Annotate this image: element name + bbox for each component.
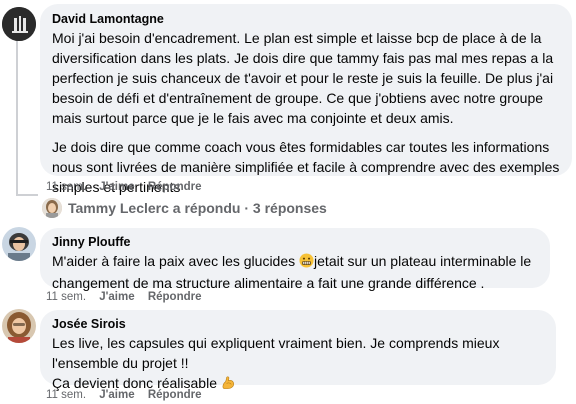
reply-button[interactable]: Répondre: [148, 289, 202, 305]
reply-thread-line: [16, 38, 18, 196]
avatar-photo-icon: [42, 198, 62, 218]
like-button[interactable]: J'aime: [99, 179, 134, 195]
avatar-tammy: [42, 198, 62, 218]
avatar-photo-icon: [2, 309, 36, 343]
comment-author[interactable]: Jinny Plouffe: [52, 234, 538, 250]
comment-actions: 11 sem. J'aime Répondre: [46, 179, 201, 195]
comment-line: Les live, les capsules qui expliquent vr…: [52, 335, 500, 371]
comment-author[interactable]: Josée Sirois: [52, 316, 544, 332]
comment-actions: 11 sem. J'aime Répondre: [46, 289, 201, 305]
comment-timestamp[interactable]: 11 sem.: [46, 387, 86, 403]
comment-bubble: Jinny Plouffe M'aider à faire la paix av…: [40, 228, 550, 291]
flexed-biceps-icon: [221, 375, 236, 395]
avatar-josee[interactable]: [2, 309, 36, 343]
grimacing-face-icon: [299, 253, 314, 273]
comment-author[interactable]: David Lamontagne: [52, 11, 560, 27]
like-button[interactable]: J'aime: [99, 289, 134, 305]
comment-bubble: Josée Sirois Les live, les capsules qui …: [40, 310, 556, 391]
comment-text: Moi j'ai besoin d'encadrement. Le plan e…: [52, 28, 560, 197]
comment-actions: 11 sem. J'aime Répondre: [46, 387, 201, 403]
comment-text: Les live, les capsules qui expliquent vr…: [52, 333, 544, 395]
avatar-jinny[interactable]: [2, 227, 36, 261]
replies-summary: Tammy Leclerc a répondu · 3 réponses: [68, 200, 327, 216]
avatar-logo-icon: [2, 7, 36, 41]
comment-bubble: David Lamontagne Moi j'ai besoin d'encad…: [40, 4, 572, 195]
avatar-david[interactable]: [2, 7, 36, 41]
comment-paragraph: Moi j'ai besoin d'encadrement. Le plan e…: [52, 30, 554, 126]
comment-timestamp[interactable]: 11 sem.: [46, 179, 86, 195]
comment-timestamp[interactable]: 11 sem.: [46, 289, 86, 305]
comment-text-part: M'aider à faire la paix avec les glucide…: [52, 253, 300, 269]
avatar-photo-icon: [2, 227, 36, 261]
view-replies-link[interactable]: Tammy Leclerc a répondu · 3 réponses: [42, 198, 327, 218]
reply-button[interactable]: Répondre: [148, 387, 202, 403]
reply-thread-connector: [16, 194, 38, 196]
reply-button[interactable]: Répondre: [148, 179, 202, 195]
comment-text: M'aider à faire la paix avec les glucide…: [52, 251, 538, 293]
like-button[interactable]: J'aime: [99, 387, 134, 403]
